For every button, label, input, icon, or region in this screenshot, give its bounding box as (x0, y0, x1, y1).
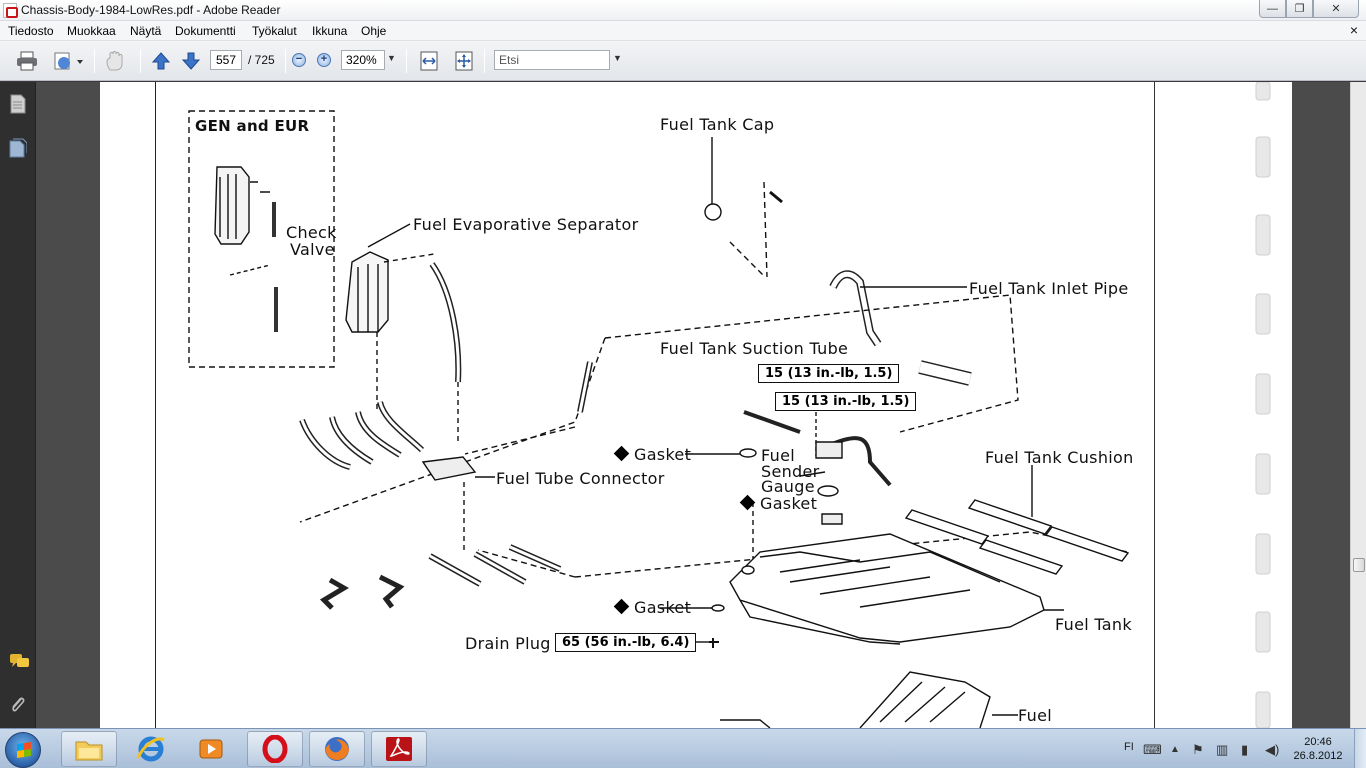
firefox-icon (325, 737, 349, 761)
gasket-label-1: Gasket (613, 445, 692, 464)
gasket-label-3: Gasket (613, 598, 692, 617)
adobe-reader-icon (386, 737, 412, 761)
attachments-panel-icon[interactable] (9, 138, 28, 158)
next-page-icon[interactable] (180, 49, 202, 73)
taskbar-media-player[interactable] (183, 731, 239, 767)
zoom-level-input[interactable]: 320% (341, 50, 385, 70)
menu-window[interactable]: Ikkuna (312, 24, 347, 38)
keyboard-icon[interactable]: ⌨ (1143, 742, 1162, 758)
gasket-label-2-text: Gasket (760, 494, 818, 513)
folder-icon (75, 741, 103, 761)
minimize-button[interactable]: — (1259, 0, 1286, 18)
gasket-label-2: Gasket (739, 494, 818, 513)
fuel-tank-cap-label: Fuel Tank Cap (660, 115, 775, 134)
close-button[interactable]: ✕ (1313, 0, 1359, 18)
taskbar-adobe-reader[interactable] (371, 731, 427, 767)
scrollbar-thumb[interactable] (1353, 558, 1365, 572)
search-input[interactable]: Etsi (494, 50, 610, 70)
search-dropdown-icon[interactable]: ▼ (613, 53, 622, 63)
torque-spec-2: 15 (13 in.-lb, 1.5) (775, 392, 917, 411)
title-bar: Chassis-Body-1984-LowRes.pdf - Adobe Rea… (0, 0, 1366, 21)
show-hidden-icons-icon[interactable]: ▲ (1170, 744, 1180, 755)
taskbar: FI ⌨ ▲ ⚑ ▥ ▮ ◀) 20:46 26.8.2012 (0, 728, 1366, 768)
page-margin-marks (1255, 82, 1271, 728)
torque-spec-1: 15 (13 in.-lb, 1.5) (758, 364, 900, 383)
torque-spec-3: 65 (56 in.-lb, 6.4) (555, 633, 697, 652)
zoom-in-icon[interactable]: + (317, 53, 331, 67)
fuel-tank-cushion-label: Fuel Tank Cushion (985, 448, 1134, 467)
system-clock[interactable]: 20:46 26.8.2012 (1290, 735, 1346, 763)
share-icon[interactable] (50, 49, 86, 73)
previous-page-icon[interactable] (150, 49, 172, 73)
gen-eur-label: GEN and EUR (195, 117, 310, 135)
menu-edit[interactable]: Muokkaa (67, 24, 116, 38)
menu-document[interactable]: Dokumentti (175, 24, 236, 38)
drain-plug-label: Drain Plug (465, 634, 551, 653)
menu-tools[interactable]: Työkalut (252, 24, 297, 38)
fit-width-icon[interactable] (418, 49, 440, 73)
vertical-scrollbar[interactable] (1350, 82, 1366, 728)
menu-file[interactable]: Tiedosto (8, 24, 54, 38)
internet-explorer-icon (136, 736, 165, 762)
action-center-flag-icon[interactable]: ⚑ (1192, 742, 1204, 758)
print-icon[interactable] (14, 49, 40, 73)
paperclip-icon[interactable] (9, 694, 27, 714)
gasket-label-3-text: Gasket (634, 598, 692, 617)
fuel-bottom-label: Fuel (1018, 706, 1052, 725)
fit-page-icon[interactable] (453, 49, 475, 73)
opera-icon (262, 735, 288, 763)
check-valve-label-line2: Valve (290, 240, 335, 259)
window-title: Chassis-Body-1984-LowRes.pdf - Adobe Rea… (21, 3, 281, 17)
start-button[interactable] (5, 732, 41, 768)
language-indicator[interactable]: FI (1124, 741, 1134, 753)
diamond-icon (613, 598, 630, 615)
toolbar-separator (94, 49, 95, 73)
toolbar-separator (285, 49, 286, 73)
navigation-panel (0, 82, 36, 728)
pdf-app-icon (3, 3, 18, 18)
menu-view[interactable]: Näytä (130, 24, 161, 38)
pdf-page: GEN and EUR Check Valve Fuel Evaporative… (100, 82, 1292, 728)
battery-icon[interactable]: ▮ (1241, 742, 1248, 758)
fuel-tank-inlet-pipe-label: Fuel Tank Inlet Pipe (969, 279, 1129, 298)
clock-date: 26.8.2012 (1293, 750, 1343, 762)
network-icon[interactable]: ▥ (1216, 742, 1228, 758)
clock-time: 20:46 (1304, 736, 1332, 748)
page-number-input[interactable]: 557 (210, 50, 242, 70)
fuel-tank-label: Fuel Tank (1055, 615, 1132, 634)
document-close-icon[interactable]: × (1350, 22, 1358, 38)
media-player-icon (199, 739, 223, 759)
document-viewport[interactable]: GEN and EUR Check Valve Fuel Evaporative… (36, 82, 1350, 728)
taskbar-ie[interactable] (123, 731, 179, 767)
zoom-dropdown-icon[interactable]: ▼ (387, 53, 396, 63)
taskbar-opera[interactable] (247, 731, 303, 767)
volume-icon[interactable]: ◀) (1265, 742, 1279, 758)
maximize-button[interactable]: ❐ (1286, 0, 1313, 18)
gasket-label-1-text: Gasket (634, 445, 692, 464)
fuel-evaporative-separator-label: Fuel Evaporative Separator (413, 215, 639, 234)
window-controls: — ❐ ✕ (1259, 0, 1359, 18)
fuel-tube-connector-label: Fuel Tube Connector (496, 469, 665, 488)
toolbar (0, 41, 1366, 81)
diamond-icon (739, 494, 756, 511)
diamond-icon (613, 445, 630, 462)
toolbar-separator (406, 49, 407, 73)
toolbar-separator (140, 49, 141, 73)
show-desktop-button[interactable] (1354, 729, 1366, 768)
menu-bar: Tiedosto Muokkaa Näytä Dokumentti Työkal… (0, 21, 1366, 41)
toolbar-separator (484, 49, 485, 73)
menu-help[interactable]: Ohje (361, 24, 386, 38)
taskbar-explorer[interactable] (61, 731, 117, 767)
taskbar-firefox[interactable] (309, 731, 365, 767)
hand-tool-icon[interactable] (103, 49, 129, 73)
comments-panel-icon[interactable] (9, 652, 29, 672)
fuel-tank-suction-tube-label: Fuel Tank Suction Tube (660, 339, 849, 358)
pages-panel-icon[interactable] (9, 94, 27, 114)
page-total-label: / 725 (248, 53, 275, 67)
zoom-out-icon[interactable]: − (292, 53, 306, 67)
